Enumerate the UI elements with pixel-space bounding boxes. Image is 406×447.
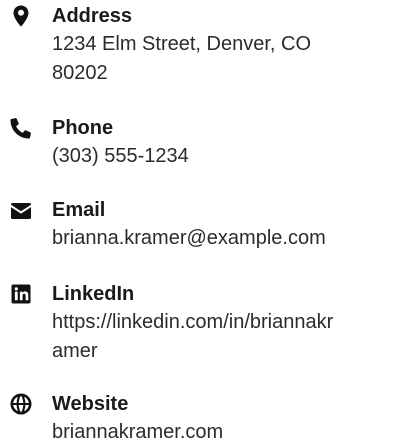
envelope-icon [9,199,33,223]
globe-icon [9,392,33,416]
phone-value[interactable]: (303) 555-1234 [52,142,392,171]
address-line-2: 80202 [52,62,108,84]
address-value: 1234 Elm Street, Denver, CO 80202 [52,30,392,88]
address-label: Address [52,5,133,27]
website-label: Website [52,393,129,415]
website-text: Website briannakramer.com [52,390,392,447]
phone-icon [9,116,33,140]
linkedin-icon [9,282,33,306]
phone-label: Phone [52,117,114,139]
address-text: Address 1234 Elm Street, Denver, CO 8020… [52,2,392,88]
linkedin-url-line-1[interactable]: https://linkedin.com/in/briannakr [52,311,333,333]
map-pin-icon [9,4,33,28]
email-value[interactable]: brianna.kramer@example.com [52,224,392,253]
linkedin-value[interactable]: https://linkedin.com/in/briannakr amer [52,308,392,366]
linkedin-url-line-2[interactable]: amer [52,340,98,362]
phone-text: Phone (303) 555-1234 [52,114,392,171]
linkedin-text: LinkedIn https://linkedin.com/in/brianna… [52,280,392,366]
website-value[interactable]: briannakramer.com [52,418,392,447]
address-line-1: 1234 Elm Street, Denver, CO [52,33,312,55]
email-text: Email brianna.kramer@example.com [52,196,392,253]
linkedin-label: LinkedIn [52,283,135,305]
email-label: Email [52,199,106,221]
